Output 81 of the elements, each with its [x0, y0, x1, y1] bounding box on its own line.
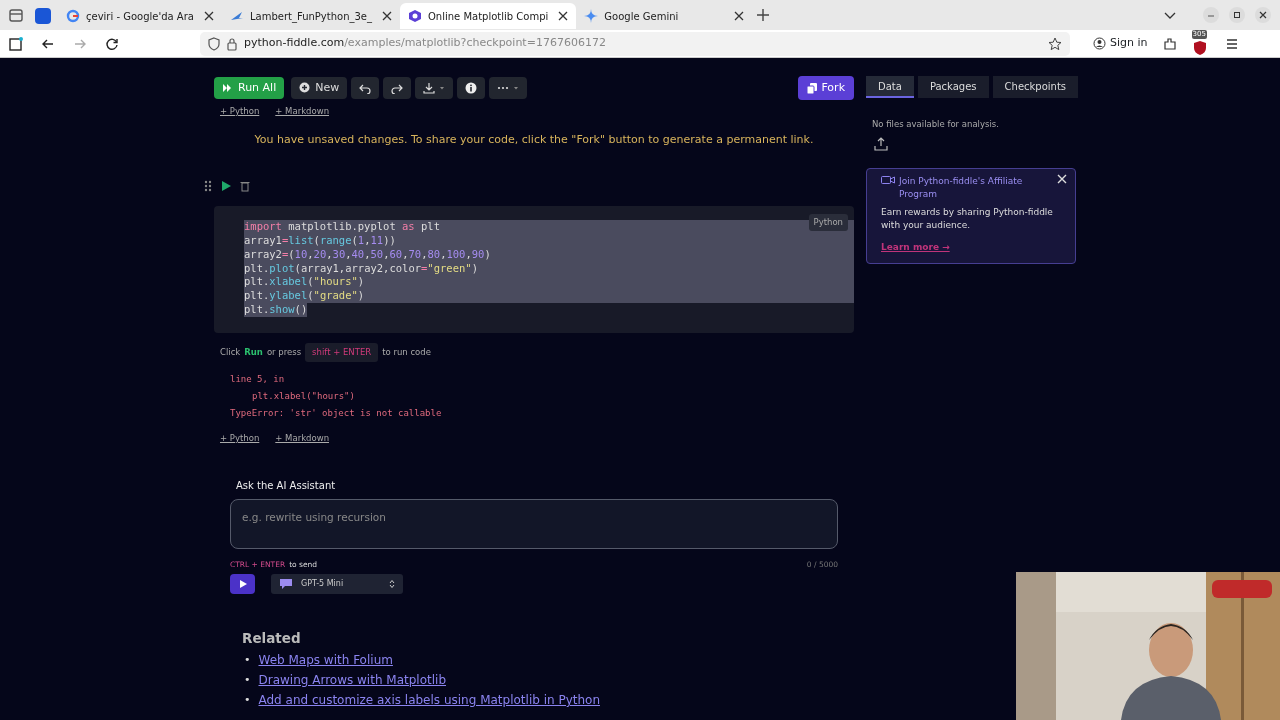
- maximize-icon[interactable]: [1228, 6, 1246, 24]
- panel-tab[interactable]: Packages: [917, 76, 989, 98]
- sign-in-button[interactable]: Sign in: [1086, 33, 1155, 54]
- close-icon[interactable]: [734, 11, 745, 21]
- copy-icon: [807, 82, 818, 94]
- new-button[interactable]: New: [291, 77, 348, 99]
- play-icon[interactable]: [220, 180, 232, 193]
- model-select[interactable]: GPT-5 Mini: [271, 573, 403, 594]
- banner-title: Join Python-fiddle's Affiliate Program: [899, 174, 1024, 202]
- related-link[interactable]: Drawing Arrows with Matplotlib: [258, 671, 446, 688]
- site-icon: [408, 9, 422, 23]
- add-cell-link[interactable]: + Python: [220, 105, 260, 118]
- close-icon[interactable]: [382, 11, 392, 21]
- drag-handle-icon[interactable]: [204, 180, 212, 193]
- bullet: •: [244, 671, 251, 688]
- hint-text: Click: [220, 345, 241, 359]
- site-icon: [66, 9, 80, 23]
- chat-icon: [279, 577, 293, 590]
- lock-icon: [226, 36, 238, 51]
- tab-title: Online Matplotlib Compi: [428, 9, 549, 24]
- caret-icon: [439, 85, 446, 91]
- sidebar-icon[interactable]: [8, 35, 24, 52]
- menu-icon[interactable]: [1224, 36, 1239, 51]
- error-output-line: line 5, in: [230, 372, 285, 386]
- fast-forward-icon: [222, 82, 234, 94]
- info-icon: [465, 82, 478, 94]
- trash-icon[interactable]: [240, 180, 250, 193]
- bullet: •: [244, 651, 251, 668]
- notice-text: You have unsaved changes. To share your code, click the "Fork" button to generate a permanent link.: [253, 131, 815, 148]
- redo-button[interactable]: [383, 77, 412, 99]
- account-icon: [1093, 37, 1106, 50]
- close-icon[interactable]: [558, 11, 569, 21]
- upload-icon[interactable]: [874, 136, 888, 151]
- tab-title: Lambert_FunPython_3e_: [249, 9, 372, 24]
- plus-icon: [299, 82, 312, 94]
- run-label: Run: [244, 345, 263, 359]
- bullet: •: [244, 691, 251, 708]
- prompt-field[interactable]: e.g. rewrite using recursion: [230, 499, 838, 550]
- download-button[interactable]: [415, 77, 454, 99]
- shortcut-key: shift + ENTER: [305, 342, 379, 362]
- browser-tab[interactable]: Lambert_FunPython_3e_: [221, 3, 400, 29]
- close-icon[interactable]: [1254, 6, 1272, 24]
- app-icon: [34, 7, 52, 25]
- browser-tab[interactable]: çeviri - Google'da Ara: [58, 3, 222, 29]
- shield-icon[interactable]: [1192, 40, 1207, 56]
- assistant-title: Ask the AI Assistant: [235, 479, 337, 494]
- add-cell-link[interactable]: + Markdown: [275, 105, 329, 118]
- add-cell-link[interactable]: + Python: [220, 431, 260, 445]
- close-icon[interactable]: [203, 11, 214, 21]
- error-output-line: plt.xlabel("hours"): [251, 389, 355, 403]
- tab-title: çeviri - Google'da Ara: [86, 9, 194, 24]
- site-icon: [229, 9, 244, 23]
- language-label: Python: [808, 214, 848, 231]
- puzzle-icon[interactable]: [1162, 36, 1177, 51]
- play-icon: [238, 579, 247, 588]
- undo-icon: [359, 82, 372, 94]
- browser-tab[interactable]: Online Matplotlib Compi: [400, 3, 577, 29]
- undo-button[interactable]: [351, 77, 380, 99]
- add-cell-link[interactable]: + Markdown: [275, 431, 329, 445]
- tab-title: Google Gemini: [604, 9, 679, 24]
- empty-message: No files available for analysis.: [871, 118, 1000, 131]
- redo-icon: [391, 82, 404, 94]
- video-icon: [881, 174, 895, 185]
- caret-icon: [513, 85, 520, 91]
- star-icon[interactable]: [1048, 36, 1062, 51]
- banner-text: Earn rewards by sharing Python-fiddle with your audience.: [881, 205, 1054, 233]
- hint-text: to run code: [382, 345, 431, 359]
- download-icon: [423, 82, 436, 94]
- related-link[interactable]: Web Maps with Folium: [258, 651, 393, 668]
- section-heading: Related: [241, 628, 302, 648]
- send-button[interactable]: [230, 573, 255, 594]
- browser-tab[interactable]: Google Gemini: [576, 3, 753, 29]
- updown-icon: [389, 578, 395, 589]
- related-link[interactable]: Add and customize axis labels using Matplotlib in Python: [258, 691, 600, 708]
- fork-button[interactable]: Fork: [798, 76, 854, 100]
- error-output-line: TypeError: 'str' object is not callable: [230, 406, 442, 420]
- info-button[interactable]: [457, 77, 486, 99]
- panel-tab[interactable]: Data: [866, 76, 914, 98]
- panel-tab[interactable]: Checkpoints: [992, 76, 1079, 98]
- shield-icon: [208, 36, 220, 51]
- hint-text: or press: [266, 345, 302, 359]
